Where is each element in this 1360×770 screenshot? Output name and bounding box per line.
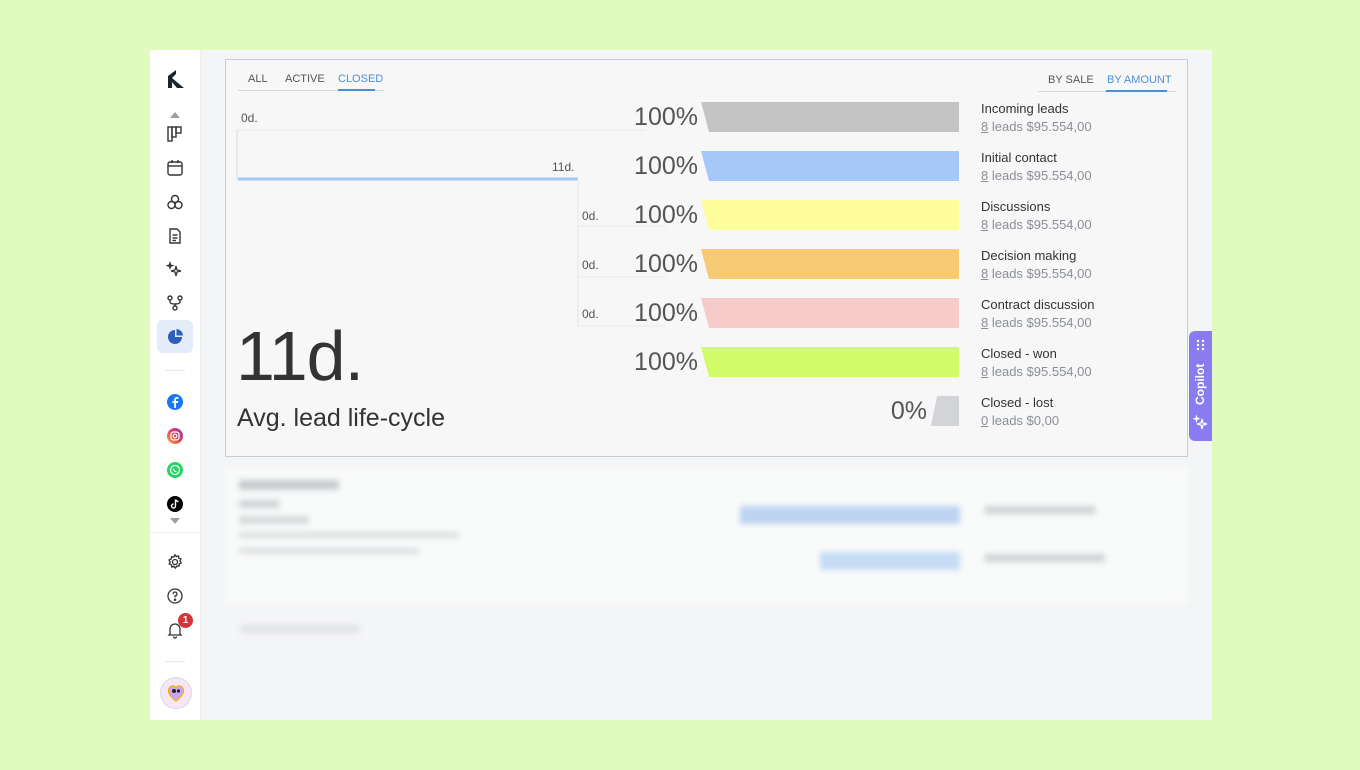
pie-chart-icon[interactable] — [163, 325, 187, 349]
stage-amount: leads $95.554,00 — [988, 315, 1092, 330]
stage-name: Closed - lost — [981, 395, 1054, 410]
blurred-panel — [225, 468, 1188, 603]
avatar[interactable] — [160, 677, 192, 709]
stage-summary: 8 leads $95.554,00 — [981, 364, 1092, 379]
funnel-percent: 100% — [634, 250, 698, 278]
stage-name: Decision making — [981, 248, 1077, 263]
instagram-icon[interactable] — [163, 424, 187, 448]
blurred-text — [240, 625, 360, 633]
stage-name: Initial contact — [981, 150, 1057, 165]
stage-name: Incoming leads — [981, 101, 1069, 116]
stage-amount: leads $95.554,00 — [988, 119, 1092, 134]
workflow-icon[interactable] — [163, 291, 187, 315]
funnel-percent: 100% — [634, 299, 698, 327]
drag-handle-icon[interactable] — [1196, 339, 1205, 351]
scroll-down-icon[interactable] — [163, 516, 187, 526]
stage-name: Contract discussion — [981, 297, 1095, 312]
contacts-icon[interactable] — [163, 190, 187, 214]
funnel-bar — [701, 298, 959, 328]
sparkles-icon — [1193, 415, 1208, 430]
stage-amount: leads $0,00 — [988, 413, 1060, 428]
stage-amount: leads $95.554,00 — [988, 266, 1092, 281]
whatsapp-icon[interactable] — [163, 458, 187, 482]
sidebar-divider-bottom — [150, 532, 200, 533]
funnel-bar — [701, 200, 959, 230]
calendar-icon[interactable] — [163, 156, 187, 180]
stage-amount: leads $95.554,00 — [988, 168, 1092, 183]
funnel-percent: 0% — [890, 397, 927, 425]
tiktok-icon[interactable] — [163, 492, 187, 516]
stage-summary: 0 leads $0,00 — [981, 413, 1059, 428]
notification-badge: 1 — [178, 613, 193, 628]
pipeline-icon[interactable] — [163, 122, 187, 146]
stage-summary: 8 leads $95.554,00 — [981, 266, 1092, 281]
funnel-bar — [701, 249, 959, 279]
logo-icon[interactable] — [163, 67, 187, 91]
stage-summary: 8 leads $95.554,00 — [981, 119, 1092, 134]
lead-lifecycle-card: ALL ACTIVE CLOSED BY SALE BY AMOUNT 0d. … — [225, 59, 1188, 457]
stage-summary: 8 leads $95.554,00 — [981, 315, 1092, 330]
scroll-up-icon[interactable] — [163, 110, 187, 120]
funnel-percent: 100% — [634, 152, 698, 180]
funnel-bar — [931, 396, 959, 426]
copilot-label: Copilot — [1193, 363, 1207, 405]
app-window: 1 ALL ACTIVE CLOSED BY SALE BY AMOUNT 0d… — [150, 50, 1212, 720]
funnel-bar — [701, 102, 959, 132]
sidebar-divider — [165, 370, 185, 371]
sidebar-divider-avatar — [165, 661, 185, 662]
stage-name: Closed - won — [981, 346, 1057, 361]
stage-amount: leads $95.554,00 — [988, 217, 1092, 232]
sparkles-icon[interactable] — [163, 258, 187, 282]
funnel-percent: 100% — [634, 201, 698, 229]
settings-icon[interactable] — [163, 550, 187, 574]
stage-name: Discussions — [981, 199, 1051, 214]
main-content: ALL ACTIVE CLOSED BY SALE BY AMOUNT 0d. … — [200, 50, 1212, 720]
copilot-button[interactable]: Copilot — [1189, 331, 1212, 441]
stage-summary: 8 leads $95.554,00 — [981, 168, 1092, 183]
sidebar: 1 — [150, 50, 201, 720]
stage-amount: leads $95.554,00 — [988, 364, 1092, 379]
funnel-bar — [701, 151, 959, 181]
facebook-icon[interactable] — [163, 390, 187, 414]
funnel-percent: 100% — [634, 348, 698, 376]
document-icon[interactable] — [163, 224, 187, 248]
stage-summary: 8 leads $95.554,00 — [981, 217, 1092, 232]
funnel-percent: 100% — [634, 103, 698, 131]
funnel-bar — [701, 347, 959, 377]
help-icon[interactable] — [163, 584, 187, 608]
